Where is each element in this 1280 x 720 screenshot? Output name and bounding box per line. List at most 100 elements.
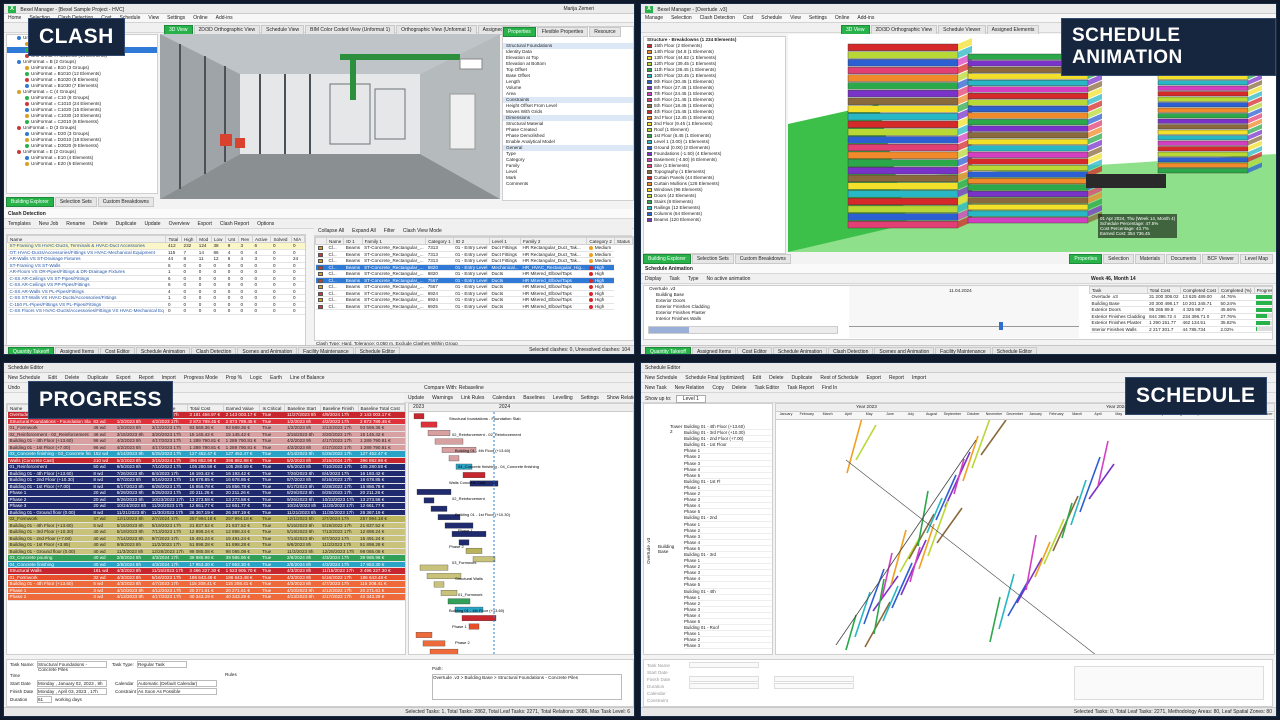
module-tab[interactable]: Schedule Editor <box>991 347 1038 354</box>
menu-item[interactable]: Settings <box>167 15 185 21</box>
gantt-bar[interactable] <box>440 590 458 596</box>
floor-item[interactable]: Beams (120 Elements) <box>644 217 785 223</box>
calendar-select[interactable]: Automatic (Default Calendar) <box>137 680 217 687</box>
menu-item[interactable]: Online <box>835 15 849 21</box>
3d-viewport[interactable] <box>160 34 500 199</box>
properties-tab[interactable]: BCF Viewer <box>1202 254 1239 264</box>
gantt-bar[interactable] <box>468 623 480 630</box>
start-date-input[interactable]: Monday , January 02, 2023 , 8h <box>37 680 107 687</box>
toolbar-button[interactable]: Rename <box>66 221 85 227</box>
column-header[interactable]: Earned Value <box>223 404 261 412</box>
module-tab[interactable]: Cost Editor <box>737 347 772 354</box>
timeline-marker[interactable] <box>999 322 1003 330</box>
properties-tab[interactable]: Properties <box>503 27 536 37</box>
column-header[interactable]: ID 2 <box>452 237 490 245</box>
gantt-bar[interactable] <box>448 455 460 462</box>
task-row[interactable]: Building 01 - 1st Floor (+7.00) 8 wd 8/17/… <box>7 483 405 490</box>
lob-line[interactable] <box>882 585 899 622</box>
menu-item[interactable]: Selection <box>671 15 692 21</box>
module-tab[interactable]: Schedule Animation <box>135 347 191 354</box>
toolbar-button[interactable]: Expand All <box>352 228 376 234</box>
task-row[interactable]: Building 01 - Ground floor (0.00) 8 wd 11/… <box>7 509 405 516</box>
module-tab[interactable]: Schedule Animation <box>772 347 828 354</box>
toolbar-button[interactable]: Filter <box>384 228 395 234</box>
toolbar-item[interactable]: Display <box>645 276 661 282</box>
menu-item[interactable]: Home <box>8 15 21 21</box>
lob-line[interactable] <box>980 420 1007 456</box>
animation-timeline[interactable]: 11.04.2024 <box>849 286 1079 338</box>
toolbar-button[interactable]: Templates <box>8 221 31 227</box>
module-tab[interactable]: Scenes and Animation <box>237 347 298 354</box>
column-header[interactable]: Rev <box>238 235 253 243</box>
module-tab[interactable]: Assigned Items <box>691 347 737 354</box>
menu-item[interactable]: Settings <box>809 15 827 21</box>
module-tab[interactable]: Schedule Editor <box>354 347 401 354</box>
lob-line[interactable] <box>890 529 907 586</box>
column-header[interactable]: Completed Cost <box>1180 286 1219 294</box>
toolbar-button[interactable]: Delete <box>769 375 783 381</box>
lob-line[interactable] <box>845 614 857 651</box>
lob-line[interactable] <box>998 573 1015 630</box>
toolbar-button[interactable]: Overview <box>169 221 190 227</box>
toolbar-button[interactable]: Task Report <box>787 385 814 391</box>
toolbar-button[interactable]: Line of Balance <box>290 375 324 381</box>
task-row[interactable]: Building 01 - 4th Floor (+13.60) 8 wd 7/26… <box>7 470 405 477</box>
toolbar-button[interactable]: Duplicate <box>116 221 137 227</box>
task-row[interactable]: Building 01 - Ground floor (0.00) 40 wd 11… <box>7 548 405 555</box>
column-header[interactable]: Level 1 <box>488 237 522 245</box>
toolbar-button[interactable]: Update <box>408 395 424 401</box>
toolbar-button[interactable]: New Schedule <box>645 375 677 381</box>
column-header[interactable]: Total <box>165 235 183 243</box>
task-name-input[interactable]: Structural Foundations - Concrete Piles <box>37 661 107 672</box>
menu-item[interactable]: Online <box>193 15 207 21</box>
lob-line[interactable] <box>1025 534 1037 591</box>
module-tab[interactable]: Assigned Items <box>54 347 100 354</box>
column-header[interactable]: Unt <box>225 235 240 243</box>
gantt-bar[interactable] <box>434 438 464 445</box>
gantt-bar[interactable] <box>422 640 446 647</box>
column-header[interactable]: Family 1 <box>361 237 427 245</box>
column-header[interactable]: Low <box>210 235 227 243</box>
properties-tab[interactable]: Properties <box>1069 254 1103 264</box>
gantt-bar[interactable] <box>429 648 459 654</box>
toolbar-button[interactable]: Update <box>144 221 160 227</box>
toolbar-button[interactable]: Show Relations <box>607 395 634 401</box>
module-tab[interactable]: Facility Maintenance <box>935 347 991 354</box>
gantt-bar[interactable] <box>430 505 448 512</box>
lob-line[interactable] <box>936 507 963 544</box>
calendar-select[interactable] <box>774 676 854 682</box>
toolbar-button[interactable]: Calendars <box>492 395 515 401</box>
task-row[interactable]: Building 01 - 4th Floor (+13.60) 96 wd 4/2… <box>7 437 405 445</box>
toolbar-button[interactable]: Edit <box>752 375 761 381</box>
toolbar-button[interactable]: Prop % <box>226 375 242 381</box>
toolbar-button[interactable]: Delete <box>93 221 107 227</box>
column-header[interactable]: Status <box>613 237 633 245</box>
task-row[interactable]: Phase 23 wd 4/13/2023 8h 4/17/2023 17h 40 3… <box>7 593 405 601</box>
lob-row[interactable]: Phase 3 <box>684 643 772 650</box>
lob-line[interactable] <box>846 420 863 474</box>
menu-item[interactable]: Manage <box>645 15 663 21</box>
gantt-bar[interactable] <box>461 615 497 621</box>
toolbar-item[interactable]: Type <box>688 276 699 282</box>
properties-tab[interactable]: Selection <box>1103 254 1134 264</box>
level-select[interactable]: Level 1 <box>675 395 706 403</box>
explorer-tab[interactable]: Selection Sets <box>691 254 734 264</box>
gantt-bar[interactable] <box>447 598 471 605</box>
task-row[interactable]: Building 01 - 3rd Floor (+10.30) 40 wd 5/1… <box>7 528 405 536</box>
menu-item[interactable]: View <box>148 15 159 21</box>
toolbar-button[interactable]: Task Editor <box>754 385 779 391</box>
toolbar-button[interactable]: Duplicate <box>792 375 813 381</box>
explorer-tab[interactable]: Custom Breakdowns <box>97 197 154 207</box>
toolbar-button[interactable]: New Relation <box>675 385 705 391</box>
toolbar-button[interactable]: Options <box>257 221 274 227</box>
menu-item[interactable]: Schedule <box>761 15 782 21</box>
lob-line[interactable] <box>917 490 929 547</box>
gantt-bar[interactable] <box>433 581 445 588</box>
toolbar-button[interactable]: Logic <box>250 375 262 381</box>
module-tab[interactable]: Quantity Takeoff <box>645 347 691 354</box>
column-header[interactable]: Mod <box>196 235 212 243</box>
toolbar-button[interactable]: Warnings <box>432 395 453 401</box>
toolbar-button[interactable]: Link Rules <box>461 395 484 401</box>
tree-row[interactable]: UniFormat = E20 (6 Elements) <box>7 161 157 167</box>
gantt-bar[interactable] <box>415 632 433 638</box>
